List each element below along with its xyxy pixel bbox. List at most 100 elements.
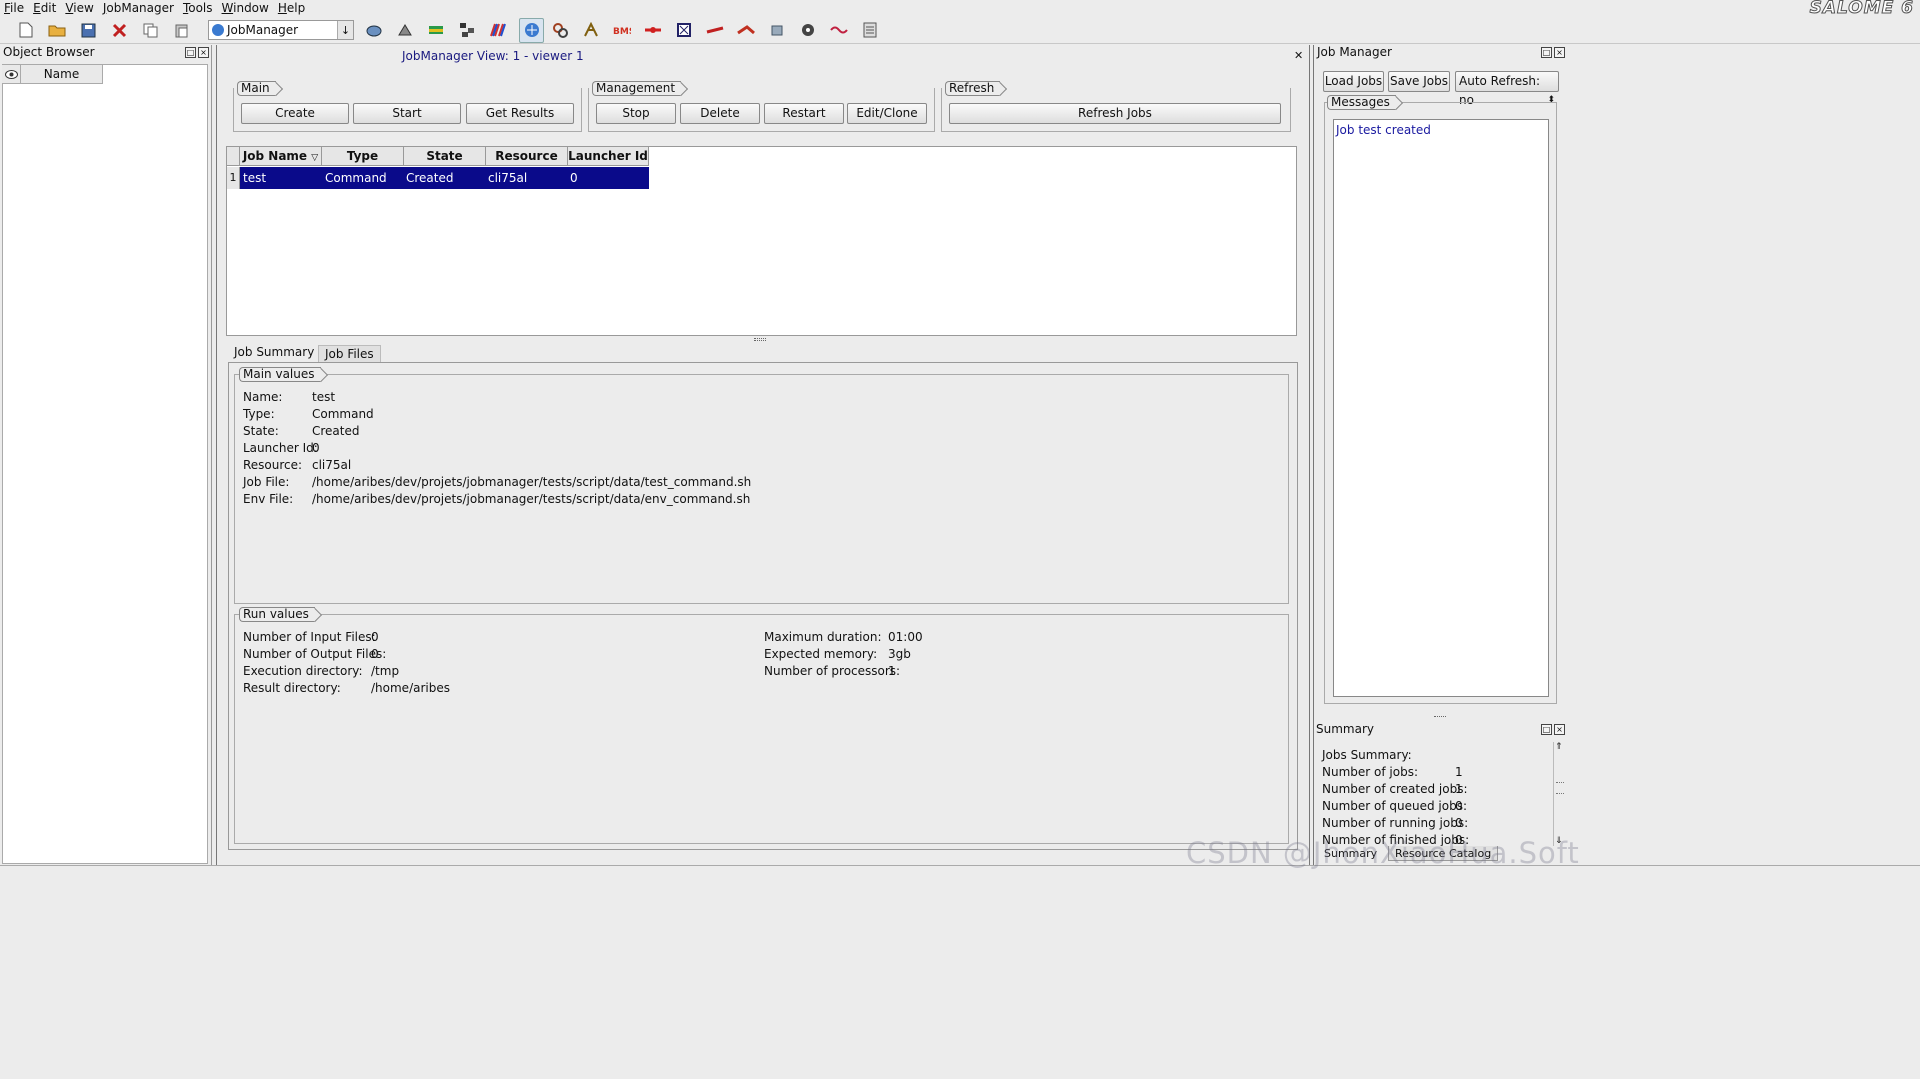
salome-logo: SALOME 6 xyxy=(1809,0,1914,18)
visibility-eye-icon[interactable] xyxy=(2,65,21,83)
close-icon[interactable]: × xyxy=(1554,47,1565,58)
main-values-title: Main values xyxy=(239,367,321,382)
col-header-launcher-id[interactable]: Launcher Id xyxy=(568,147,649,166)
save-icon[interactable] xyxy=(78,20,98,40)
menu-file[interactable]: File xyxy=(0,0,29,16)
homard-module-icon[interactable] xyxy=(581,20,601,40)
report-module-icon[interactable] xyxy=(860,20,880,40)
splitter-handle[interactable] xyxy=(754,338,766,341)
menu-edit[interactable]: Edit xyxy=(29,0,61,16)
pipe-module-icon[interactable] xyxy=(736,20,756,40)
object-browser-tree[interactable] xyxy=(2,64,208,864)
value-type: Command xyxy=(312,407,374,421)
jobmanager-module-icon[interactable] xyxy=(519,17,544,43)
value-result-dir: /home/aribes xyxy=(371,681,450,695)
swig-module-icon[interactable] xyxy=(829,20,849,40)
float-icon[interactable]: □ xyxy=(1541,47,1552,58)
menu-window[interactable]: Window xyxy=(218,0,274,16)
tab-job-files[interactable]: Job Files xyxy=(318,345,381,362)
close-icon[interactable]: × xyxy=(198,47,209,58)
get-results-button[interactable]: Get Results xyxy=(466,103,574,124)
table-row[interactable]: test Command Created cli75al 0 xyxy=(240,167,649,189)
restart-button[interactable]: Restart xyxy=(764,103,844,124)
stop-button[interactable]: Stop xyxy=(596,103,676,124)
value-queued: 0 xyxy=(1455,799,1463,813)
messages-log[interactable]: Job test created xyxy=(1333,119,1549,697)
value-input-files: 0 xyxy=(371,630,379,644)
run-values-right-values: 01:00 3gb 1 xyxy=(888,630,923,681)
save-jobs-button[interactable]: Save Jobs xyxy=(1388,71,1450,92)
sort-indicator-icon: ▽ xyxy=(311,153,319,163)
toolbar: JobManager ↓ BMS xyxy=(0,17,1920,44)
name-column-header[interactable]: Name xyxy=(21,65,103,83)
value-launcher-id-text: 0 xyxy=(312,441,320,455)
float-icon[interactable]: □ xyxy=(185,47,196,58)
col-header-type[interactable]: Type xyxy=(322,147,404,166)
smesh-module-icon[interactable]: BMS xyxy=(612,20,632,40)
key-state: State: xyxy=(243,424,279,438)
menu-bar: File Edit View JobManager Tools Window H… xyxy=(0,0,1920,16)
scroll-up-icon[interactable]: ⇑ xyxy=(1555,742,1563,752)
value-name: test xyxy=(312,390,336,404)
chevron-down-icon[interactable]: ↓ xyxy=(337,21,353,39)
status-bar xyxy=(0,865,1920,879)
open-folder-icon[interactable] xyxy=(47,20,67,40)
cell-resource: cli75al xyxy=(488,171,528,185)
post-pro-module-icon[interactable] xyxy=(426,20,446,40)
col-header-state[interactable]: State xyxy=(404,147,486,166)
value-output-files: 0 xyxy=(371,647,379,661)
col-header-resource[interactable]: Resource xyxy=(486,147,568,166)
new-document-icon[interactable] xyxy=(16,20,36,40)
menu-tools[interactable]: Tools xyxy=(179,0,218,16)
menu-jobmanager[interactable]: JobManager xyxy=(99,0,179,16)
menu-help[interactable]: Help xyxy=(274,0,310,16)
load-jobs-button[interactable]: Load Jobs xyxy=(1323,71,1384,92)
tool-module-icon[interactable] xyxy=(767,20,787,40)
module-selector-value: JobManager xyxy=(227,23,299,37)
splitter-handle[interactable] xyxy=(1434,716,1446,719)
jobmanager-module-icon xyxy=(212,24,224,36)
filter-module-icon[interactable] xyxy=(674,20,694,40)
key-resource: Resource: xyxy=(243,458,303,472)
float-icon[interactable]: □ xyxy=(1541,724,1552,735)
create-button[interactable]: Create xyxy=(241,103,349,124)
object-browser-header: Name xyxy=(2,65,103,84)
watermark-text: CSDN @JhonXiaoHua.Soft xyxy=(1186,836,1580,870)
close-viewer-icon[interactable]: ✕ xyxy=(1294,49,1303,62)
mesh-module-icon[interactable] xyxy=(395,20,415,40)
management-group-title: Management xyxy=(592,81,682,96)
key-memory: Expected memory: xyxy=(764,647,878,661)
col-header-job-name[interactable]: Job Name ▽ xyxy=(240,147,322,166)
summary-title: Summary xyxy=(1316,722,1374,736)
start-button[interactable]: Start xyxy=(353,103,461,124)
delete-button[interactable]: Delete xyxy=(680,103,760,124)
tab-job-summary[interactable]: Job Summary xyxy=(228,344,320,361)
refresh-jobs-button[interactable]: Refresh Jobs xyxy=(949,103,1281,124)
edit-clone-button[interactable]: Edit/Clone xyxy=(847,103,927,124)
paravis-module-icon[interactable] xyxy=(488,20,508,40)
value-env-file: /home/aribes/dev/projets/jobmanager/test… xyxy=(312,492,751,506)
svg-text:BMS: BMS xyxy=(613,27,631,36)
summary-scrollbar[interactable]: ⇑ ⇓ xyxy=(1553,742,1565,846)
row-number[interactable]: 1 xyxy=(227,167,240,189)
yacs-module-icon[interactable] xyxy=(457,20,477,40)
cell-job-name: test xyxy=(243,171,267,185)
scroll-thumb[interactable] xyxy=(1556,782,1564,794)
message-line: Job test created xyxy=(1336,123,1431,137)
value-max-duration: 01:00 xyxy=(888,630,923,644)
blsurf-module-icon[interactable] xyxy=(705,20,725,40)
close-icon[interactable]: × xyxy=(1554,724,1565,735)
close-study-icon[interactable] xyxy=(109,20,129,40)
paste-icon[interactable] xyxy=(171,20,191,40)
module-selector[interactable]: JobManager ↓ xyxy=(208,20,354,40)
key-env-file: Env File: xyxy=(243,492,294,506)
gear-module-icon[interactable] xyxy=(798,20,818,40)
med-module-icon[interactable] xyxy=(643,20,663,40)
auto-refresh-select[interactable]: Auto Refresh: no ⬍ xyxy=(1455,71,1559,107)
menu-view[interactable]: View xyxy=(61,0,98,16)
geometry-module-icon[interactable] xyxy=(364,20,384,40)
key-exec-dir: Execution directory: xyxy=(243,664,363,678)
key-output-files: Number of Output Files: xyxy=(243,647,387,661)
copy-icon[interactable] xyxy=(140,20,160,40)
hexablock-module-icon[interactable] xyxy=(550,20,570,40)
